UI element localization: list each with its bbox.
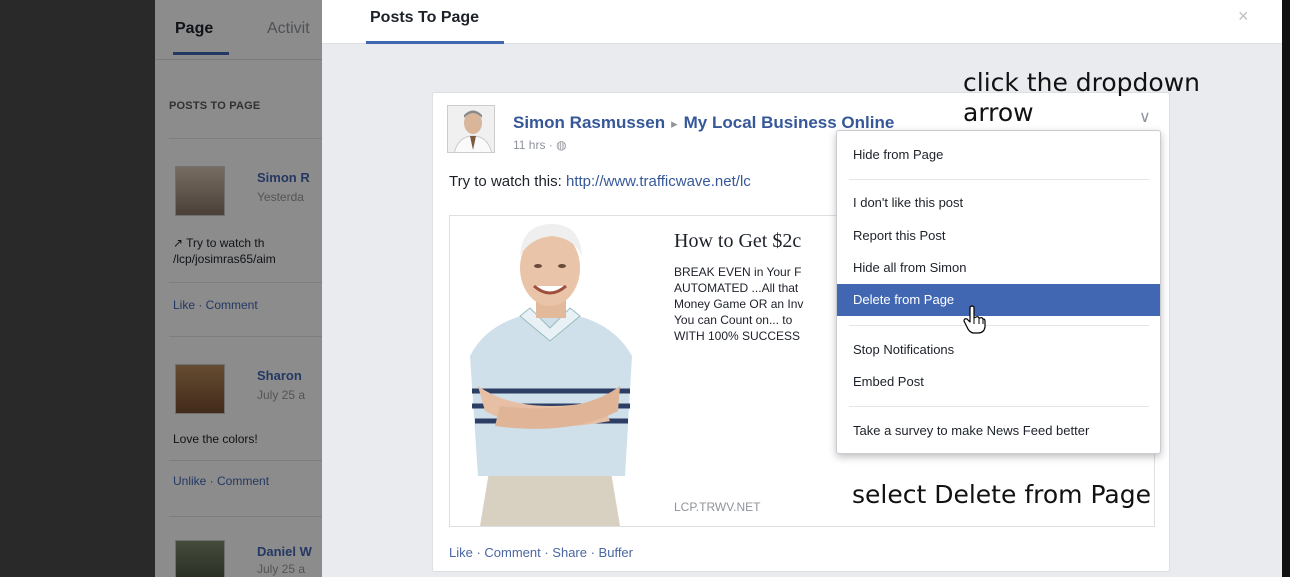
menu-item-delete-from-page[interactable]: Delete from Page [837, 284, 1160, 316]
post-options-menu: Hide from Page I don't like this post Re… [836, 130, 1161, 454]
menu-item-report-post[interactable]: Report this Post [837, 220, 1160, 252]
menu-item-dont-like[interactable]: I don't like this post [837, 187, 1160, 219]
menu-separator [849, 325, 1149, 326]
menu-item-hide-all-from-simon[interactable]: Hide all from Simon [837, 252, 1160, 284]
person-avatar-icon [448, 106, 494, 152]
author-avatar[interactable] [447, 105, 495, 153]
hand-pointer-icon [963, 305, 986, 334]
close-icon[interactable]: × [1238, 6, 1249, 27]
attachment-domain: LCP.TRWV.NET [674, 500, 761, 514]
menu-separator [849, 179, 1149, 180]
post-message-text: Try to watch this: [449, 173, 566, 190]
menu-item-hide-from-page[interactable]: Hide from Page [837, 139, 1160, 171]
menu-item-stop-notifications[interactable]: Stop Notifications [837, 334, 1160, 366]
post-timestamp[interactable]: 11 hrs · ◍ [513, 138, 567, 152]
post-message-link[interactable]: http://www.trafficwave.net/lc [566, 173, 751, 190]
menu-item-take-survey[interactable]: Take a survey to make News Feed better [837, 415, 1160, 447]
post-actions-bar[interactable]: Like · Comment · Share · Buffer [449, 545, 633, 560]
annotation-step-1: click the dropdown arrow [963, 68, 1200, 128]
window-edge [1282, 0, 1290, 577]
smiling-man-image [450, 216, 650, 526]
attachment-image[interactable] [450, 216, 650, 526]
dialog-title[interactable]: Posts To Page [370, 9, 479, 27]
author-link[interactable]: Simon Rasmussen [513, 113, 665, 132]
attachment-description: BREAK EVEN in Your F AUTOMATED ...All th… [674, 265, 804, 343]
menu-separator [849, 406, 1149, 407]
menu-item-embed-post[interactable]: Embed Post [837, 366, 1160, 398]
arrow-right-icon: ▸ [671, 116, 678, 131]
dialog-title-underline [366, 41, 504, 44]
dialog-header: Posts To Page × [322, 0, 1282, 44]
annotation-step-2: select Delete from Page [852, 480, 1151, 509]
attachment-title[interactable]: How to Get $2c [674, 230, 801, 253]
post-message: Try to watch this: http://www.trafficwav… [449, 173, 751, 190]
annotation-step-1-line-1: click the dropdown [963, 68, 1200, 97]
annotation-step-1-line-2: arrow [963, 98, 1034, 127]
